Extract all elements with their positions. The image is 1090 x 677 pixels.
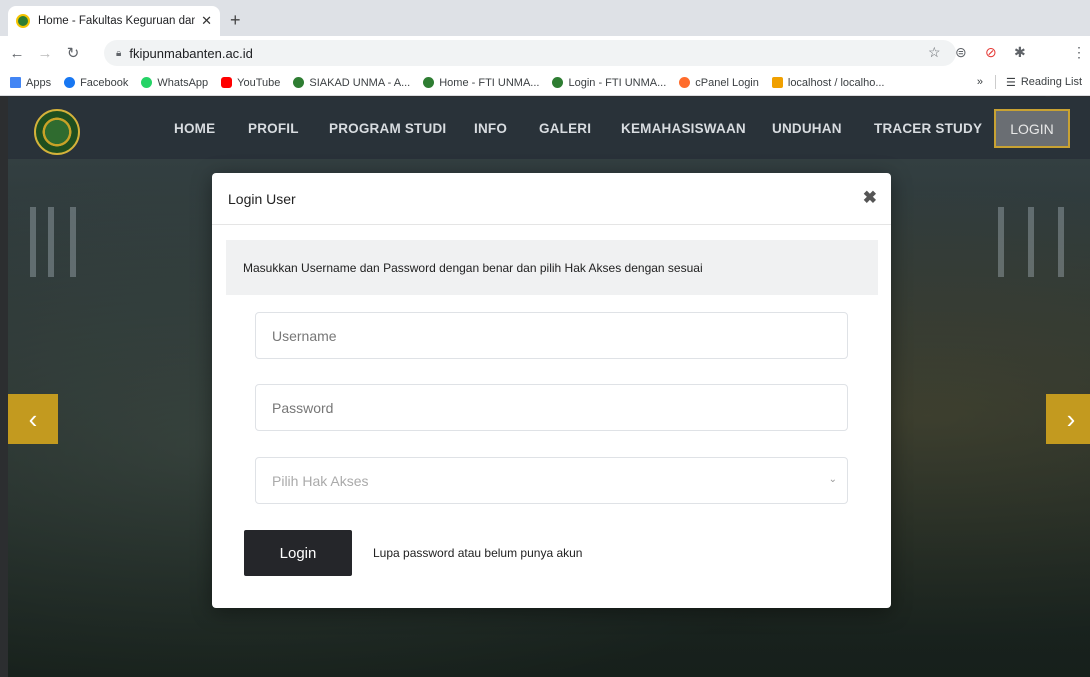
bookmark-login-fti[interactable]: Login - FTI UNMA... [552,77,666,89]
login-modal: Login User ✖ Masukkan Username dan Passw… [212,173,891,608]
background-decor [1058,207,1064,277]
nav-kemahasiswaan[interactable]: KEMAHASISWAAN [621,97,746,159]
nav-label: TRACER STUDY [874,120,983,136]
cpanel-icon [679,77,691,88]
nav-galeri[interactable]: GALERI [539,97,591,159]
phpmyadmin-icon [771,77,783,88]
facebook-icon [64,77,76,88]
site-favicon-icon [16,14,30,28]
bookmark-localhost[interactable]: localhost / localho... [771,76,885,89]
reading-list-label[interactable]: Reading List [1021,76,1082,88]
menu-kebab-icon[interactable]: ⋮ [1072,44,1086,61]
bookmark-label: Home - FTI UNMA... [439,76,540,89]
url-text: fkipunmabanten.ac.id [129,45,253,61]
nav-label: GALERI [539,120,592,136]
reading-list-icon[interactable]: ☰ [1006,76,1016,89]
browser-tab[interactable]: Home - Fakultas Keguruan dan ✕ [8,6,220,36]
carousel-next-button[interactable]: › [1046,394,1090,444]
bookmarks-right: » ☰ Reading List [977,75,1082,89]
select-placeholder: Pilih Hak Akses [272,472,369,489]
nav-label: PROGRAM STUDI [329,120,447,136]
apps-grid-icon [10,77,21,88]
nav-label: PROFIL [248,120,299,136]
adblock-icon[interactable]: ⊘ [985,44,997,61]
modal-title: Login User [228,190,296,207]
nav-login-button[interactable]: LOGIN [994,109,1070,148]
password-input[interactable]: Password [255,384,848,431]
close-icon[interactable]: ✖ [863,188,877,208]
bookmark-label: cPanel Login [695,76,759,89]
whatsapp-icon [141,77,153,88]
bookmark-label: localhost / localho... [787,76,885,89]
nav-label: HOME [174,120,216,136]
nav-label: INFO [474,120,508,136]
extensions-puzzle-icon[interactable]: ✱ [1014,44,1026,61]
modal-header: Login User ✖ [212,173,891,225]
bookmark-label: SIAKAD UNMA - A... [309,76,411,89]
unma-logo[interactable] [34,109,80,155]
lock-icon: 🔒︎ [116,47,122,59]
bookmark-label: Apps [26,76,52,89]
login-submit-button[interactable]: Login [244,530,352,576]
nav-info[interactable]: INFO [474,97,507,159]
bookmark-label: YouTube [237,76,281,89]
bookmarks-bar: Apps Facebook WhatsApp YouTube SIAKAD UN… [0,70,1090,96]
login-instructions: Masukkan Username dan Password dengan be… [226,240,878,295]
nav-profil[interactable]: PROFIL [248,97,299,159]
bookmark-label: WhatsApp [157,76,209,89]
username-input[interactable]: Username [255,312,848,359]
reload-icon[interactable]: ↻ [62,44,84,62]
hak-akses-select[interactable]: Pilih Hak Akses ⌄ [255,457,848,504]
bookmark-label: Login - FTI UNMA... [568,76,667,89]
bookmark-siakad[interactable]: SIAKAD UNMA - A... [293,77,410,89]
tab-close-icon[interactable]: ✕ [201,13,212,29]
unma-favicon-icon [552,77,564,88]
tab-title: Home - Fakultas Keguruan dan [38,15,196,27]
bookmark-home-fti[interactable]: Home - FTI UNMA... [423,77,539,89]
background-decor [30,207,36,277]
carousel-prev-button[interactable]: ‹ [8,394,58,444]
background-decor [1028,207,1034,277]
extension-icon[interactable]: ⊜ [955,44,967,61]
bookmark-youtube[interactable]: YouTube [221,77,280,89]
background-decor [998,207,1004,277]
bookmark-cpanel[interactable]: cPanel Login [679,77,759,89]
nav-program-studi[interactable]: PROGRAM STUDI [329,97,446,159]
background-decor [48,207,54,277]
bookmark-star-icon[interactable]: ☆ [928,44,941,61]
new-tab-button[interactable]: + [230,10,241,31]
browser-tabstrip: Home - Fakultas Keguruan dan ✕ + [0,0,1090,36]
unma-favicon-icon [423,77,435,88]
address-bar[interactable]: 🔒︎ fkipunmabanten.ac.id [104,40,956,66]
forgot-password-link[interactable]: Lupa password atau belum punya akun [373,546,582,560]
bookmark-facebook[interactable]: Facebook [64,77,128,89]
back-icon[interactable]: ← [6,45,28,62]
nav-tracer-study[interactable]: TRACER STUDY [874,97,982,159]
browser-toolbar: ← → ↻ 🔒︎ fkipunmabanten.ac.id ☆ ⊜ ⊘ ✱ ⋮ [0,36,1090,97]
divider [994,75,996,89]
bookmark-whatsapp[interactable]: WhatsApp [141,77,208,89]
nav-home[interactable]: HOME [174,97,215,159]
nav-unduhan[interactable]: UNDUHAN [772,97,842,159]
youtube-icon [221,77,233,88]
site-navbar: HOME PROFIL PROGRAM STUDI INFO GALERI KE… [8,97,1090,159]
more-bookmarks-button[interactable]: » [977,76,983,88]
forward-icon[interactable]: → [34,45,56,62]
chevron-down-icon: ⌄ [828,474,837,485]
bookmark-apps[interactable]: Apps [10,77,51,89]
background-decor [70,207,76,277]
nav-label: UNDUHAN [772,120,842,136]
nav-label: KEMAHASISWAAN [621,120,746,136]
bookmark-label: Facebook [80,76,129,89]
unma-favicon-icon [293,77,305,88]
